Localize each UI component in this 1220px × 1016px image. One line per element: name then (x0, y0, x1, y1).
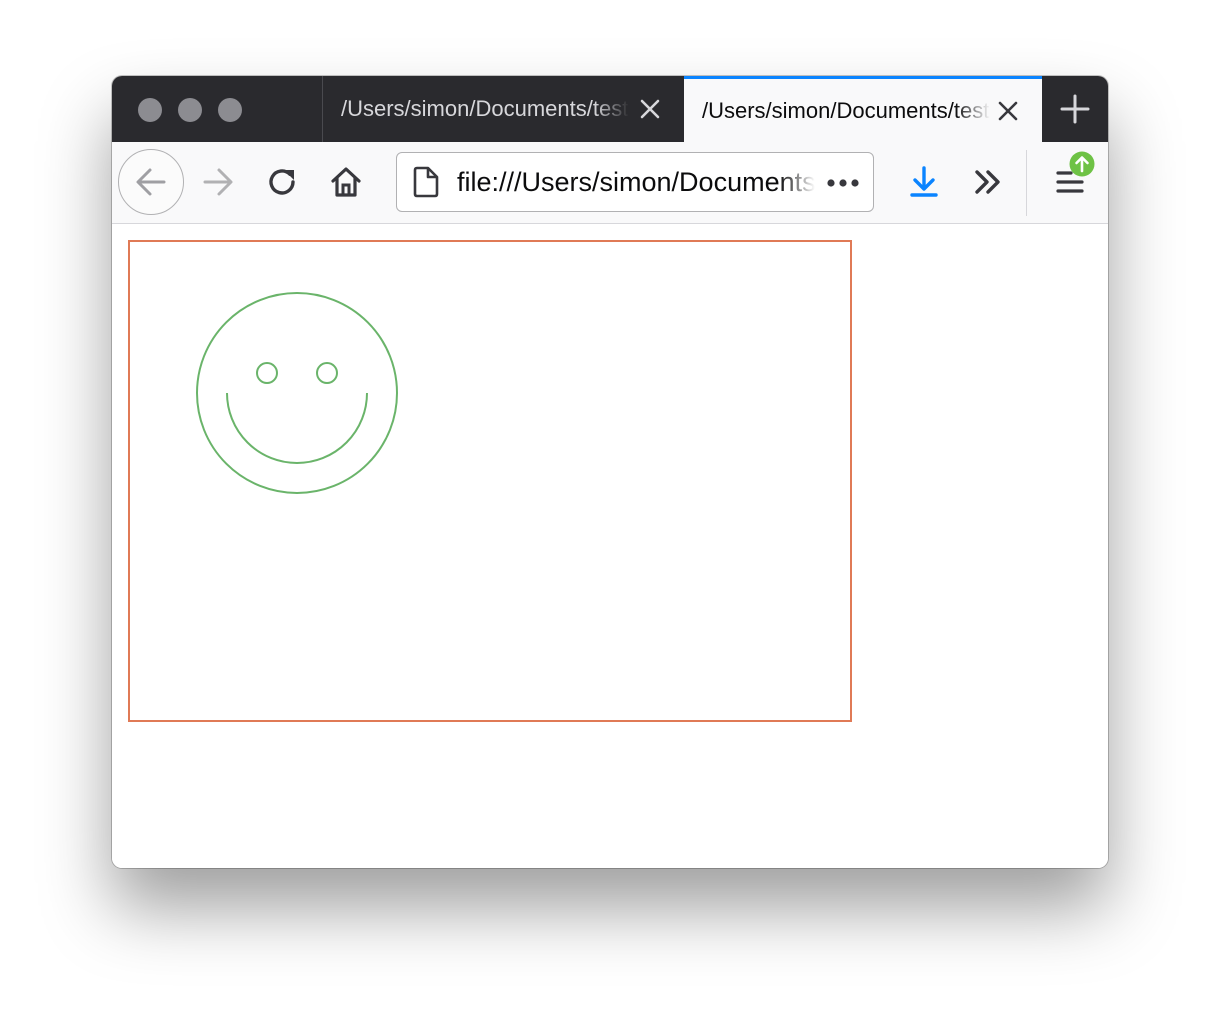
reload-icon (269, 169, 295, 195)
ellipsis-icon[interactable] (825, 171, 861, 195)
minimize-window-button[interactable] (178, 98, 202, 122)
tab-active[interactable]: /Users/simon/Documents/test.html (684, 76, 1042, 142)
downloads-button[interactable] (902, 160, 946, 204)
toolbar-separator (1026, 150, 1027, 216)
tab-title: /Users/simon/Documents/test.html (341, 96, 629, 121)
close-window-button[interactable] (138, 98, 162, 122)
overflow-menu-button[interactable] (966, 160, 1010, 204)
new-tab-button[interactable] (1042, 76, 1108, 142)
forward-button[interactable] (196, 160, 240, 204)
tab-title: /Users/simon/Documents/test.html (702, 97, 990, 123)
reload-button[interactable] (260, 160, 304, 204)
canvas (128, 240, 852, 722)
smiley-right-eye (316, 362, 338, 384)
browser-window: /Users/simon/Documents/test.html /Users/… (112, 76, 1108, 868)
tab-strip: /Users/simon/Documents/test.html /Users/… (112, 76, 1108, 142)
home-icon (331, 167, 361, 197)
navigation-toolbar: file:///Users/simon/Documents/test.html (112, 142, 1108, 224)
page-content (112, 224, 1108, 868)
back-button[interactable] (118, 149, 184, 215)
smiley-face-drawing (196, 292, 398, 494)
tab-inactive[interactable]: /Users/simon/Documents/test.html (322, 76, 684, 142)
close-tab-icon[interactable] (996, 99, 1020, 123)
zoom-window-button[interactable] (218, 98, 242, 122)
double-chevron-icon (975, 170, 1000, 194)
smiley-left-eye (256, 362, 278, 384)
plus-icon (1060, 94, 1090, 124)
smiley-mouth (226, 392, 368, 464)
close-tab-icon[interactable] (638, 97, 662, 121)
page-icon[interactable] (411, 166, 441, 198)
url-bar[interactable]: file:///Users/simon/Documents/test.html (396, 152, 874, 212)
home-button[interactable] (324, 160, 368, 204)
update-arrow-icon (1069, 151, 1095, 177)
forward-arrow-icon (203, 168, 233, 196)
url-text[interactable]: file:///Users/simon/Documents/test.html (457, 166, 815, 198)
back-arrow-icon (136, 168, 166, 196)
window-controls (138, 98, 242, 122)
download-icon (910, 166, 938, 197)
